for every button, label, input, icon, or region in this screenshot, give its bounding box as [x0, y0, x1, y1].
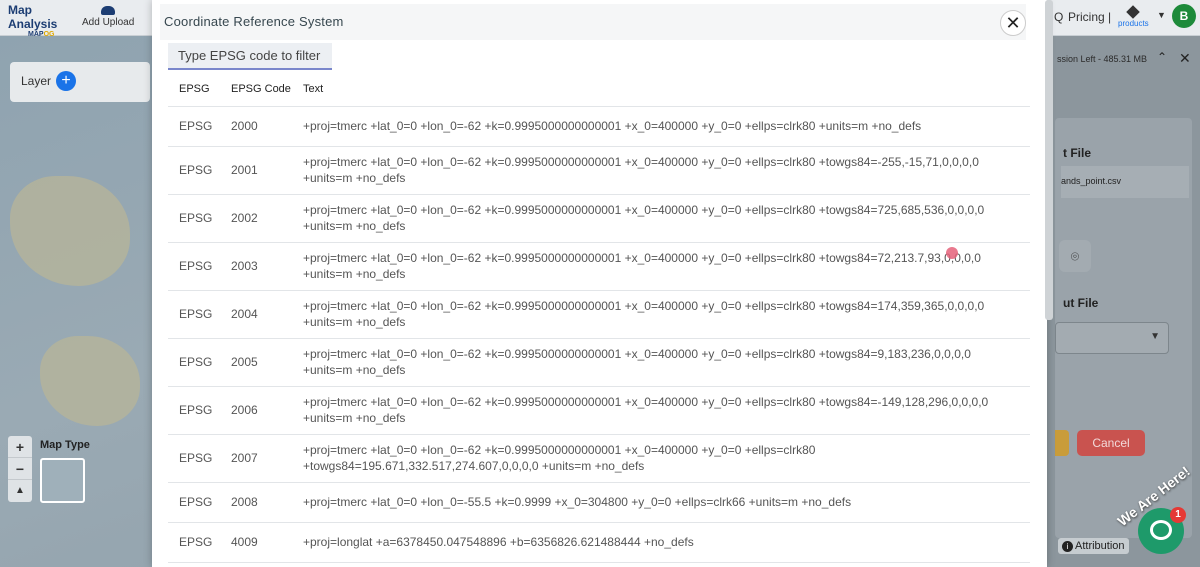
table-row[interactable]: EPSG 2005 +proj=tmerc +lat_0=0 +lon_0=-6…: [168, 338, 1030, 387]
avatar[interactable]: B: [1172, 4, 1196, 28]
mouse-cursor: [946, 247, 958, 259]
cell-text: +proj=tmerc +lat_0=0 +lon_0=-62 +k=0.999…: [294, 434, 1030, 483]
map-type-label: Map Type: [40, 439, 90, 451]
cell-epsg: EPSG: [168, 522, 220, 563]
session-storage-text: ssion Left - 485.31 MB: [1057, 54, 1148, 64]
close-icon[interactable]: ✕: [1179, 50, 1191, 67]
zoom-control: + − ▲: [8, 436, 32, 502]
info-icon: i: [1062, 541, 1073, 552]
attribution-label: Attribution: [1075, 540, 1125, 552]
map-land: [40, 336, 140, 426]
cell-code: 2008: [220, 482, 294, 523]
cell-code: 2006: [220, 386, 294, 435]
cell-text: +proj=tmerc +lat_0=0 +lon_0=-62 +k=0.999…: [294, 194, 1030, 243]
layer-panel: Layer +: [10, 62, 150, 102]
cell-text: +proj=tmerc +lat_0=0 +lon_0=-62 +k=0.999…: [294, 106, 1030, 147]
crs-table: EPSG EPSG Code Text EPSG 2000 +proj=tmer…: [168, 72, 1030, 563]
map-land: [10, 176, 130, 286]
crs-table-container[interactable]: EPSG EPSG Code Text EPSG 2000 +proj=tmer…: [168, 72, 1030, 567]
cell-text: +proj=tmerc +lat_0=0 +lon_0=-62 +k=0.999…: [294, 338, 1030, 387]
modal-scrollbar[interactable]: [1045, 0, 1053, 320]
cell-epsg: EPSG: [168, 290, 220, 339]
layer-label: Layer: [21, 74, 52, 88]
logo-title: Map Analysis: [8, 3, 58, 31]
reset-north-button[interactable]: ▲: [8, 480, 32, 502]
cell-text: +proj=longlat +a=6378450.047548896 +b=63…: [294, 522, 1030, 563]
table-row[interactable]: EPSG 2001 +proj=tmerc +lat_0=0 +lon_0=-6…: [168, 146, 1030, 195]
cancel-button[interactable]: Cancel: [1077, 430, 1145, 456]
chevron-up-icon[interactable]: ⌃: [1157, 50, 1167, 64]
cell-text: +proj=tmerc +lat_0=0 +lon_0=-55.5 +k=0.9…: [294, 482, 1030, 523]
cloud-upload-icon: [101, 6, 116, 15]
modal-header: Coordinate Reference System ✕: [160, 4, 1026, 40]
cell-text: +proj=tmerc +lat_0=0 +lon_0=-62 +k=0.999…: [294, 386, 1030, 435]
cell-code: 2005: [220, 338, 294, 387]
epsg-filter-input[interactable]: [168, 43, 332, 70]
cell-code: 2007: [220, 434, 294, 483]
zoom-out-button[interactable]: −: [8, 458, 32, 480]
cell-code: 2003: [220, 242, 294, 291]
table-row[interactable]: EPSG 2002 +proj=tmerc +lat_0=0 +lon_0=-6…: [168, 194, 1030, 243]
caret-down-icon: ▼: [1150, 331, 1160, 342]
chat-badge: 1: [1170, 507, 1186, 523]
products-menu[interactable]: products: [1118, 5, 1149, 28]
cell-code: 2000: [220, 106, 294, 147]
table-row[interactable]: EPSG 4009 +proj=longlat +a=6378450.04754…: [168, 522, 1030, 563]
column-header-epsg[interactable]: EPSG: [168, 72, 220, 107]
map-type-thumbnail[interactable]: [40, 458, 85, 503]
output-file-heading: ut File: [1063, 296, 1099, 310]
add-upload-button[interactable]: Add Upload: [82, 6, 134, 28]
cell-epsg: EPSG: [168, 386, 220, 435]
zoom-in-button[interactable]: +: [8, 436, 32, 458]
table-header-row: EPSG EPSG Code Text: [168, 72, 1030, 107]
cell-text: +proj=tmerc +lat_0=0 +lon_0=-62 +k=0.999…: [294, 290, 1030, 339]
table-row[interactable]: EPSG 2003 +proj=tmerc +lat_0=0 +lon_0=-6…: [168, 242, 1030, 291]
products-label: products: [1118, 19, 1149, 28]
cell-epsg: EPSG: [168, 434, 220, 483]
cell-text: +proj=tmerc +lat_0=0 +lon_0=-62 +k=0.999…: [294, 146, 1030, 195]
table-row[interactable]: EPSG 2004 +proj=tmerc +lat_0=0 +lon_0=-6…: [168, 290, 1030, 339]
cube-icon: [1126, 5, 1141, 19]
cell-epsg: EPSG: [168, 242, 220, 291]
crs-modal: Coordinate Reference System ✕ EPSG EPSG …: [152, 0, 1047, 567]
table-row[interactable]: EPSG 2008 +proj=tmerc +lat_0=0 +lon_0=-5…: [168, 482, 1030, 523]
cell-epsg: EPSG: [168, 194, 220, 243]
chevron-down-icon[interactable]: ▼: [1157, 10, 1166, 20]
cell-epsg: EPSG: [168, 146, 220, 195]
add-upload-label: Add Upload: [82, 17, 135, 28]
cell-code: 2004: [220, 290, 294, 339]
table-row[interactable]: EPSG 2006 +proj=tmerc +lat_0=0 +lon_0=-6…: [168, 386, 1030, 435]
table-row[interactable]: EPSG 2000 +proj=tmerc +lat_0=0 +lon_0=-6…: [168, 106, 1030, 147]
run-button[interactable]: [1055, 430, 1069, 456]
output-file-select[interactable]: ▼: [1055, 322, 1169, 354]
column-header-code[interactable]: EPSG Code: [220, 72, 294, 107]
pricing-link[interactable]: Pricing |: [1068, 10, 1111, 24]
input-file-name[interactable]: ands_point.csv: [1061, 166, 1189, 198]
cell-code: 4009: [220, 522, 294, 563]
chat-icon: [1150, 520, 1172, 540]
add-layer-button[interactable]: +: [56, 71, 76, 91]
table-row[interactable]: EPSG 2007 +proj=tmerc +lat_0=0 +lon_0=-6…: [168, 434, 1030, 483]
cell-epsg: EPSG: [168, 338, 220, 387]
column-header-text[interactable]: Text: [294, 72, 1030, 107]
input-file-heading: t File: [1063, 146, 1092, 160]
logo[interactable]: Map Analysis MAPOG: [8, 3, 78, 38]
cell-text: +proj=tmerc +lat_0=0 +lon_0=-62 +k=0.999…: [294, 242, 1030, 291]
attribution-button[interactable]: i Attribution: [1058, 538, 1129, 554]
cell-code: 2002: [220, 194, 294, 243]
search-q[interactable]: Q: [1054, 10, 1063, 24]
scan-icon[interactable]: ⌾: [1059, 240, 1091, 272]
close-button[interactable]: ✕: [1000, 10, 1026, 36]
cell-code: 2001: [220, 146, 294, 195]
cell-epsg: EPSG: [168, 106, 220, 147]
cell-epsg: EPSG: [168, 482, 220, 523]
modal-title: Coordinate Reference System: [164, 14, 344, 29]
